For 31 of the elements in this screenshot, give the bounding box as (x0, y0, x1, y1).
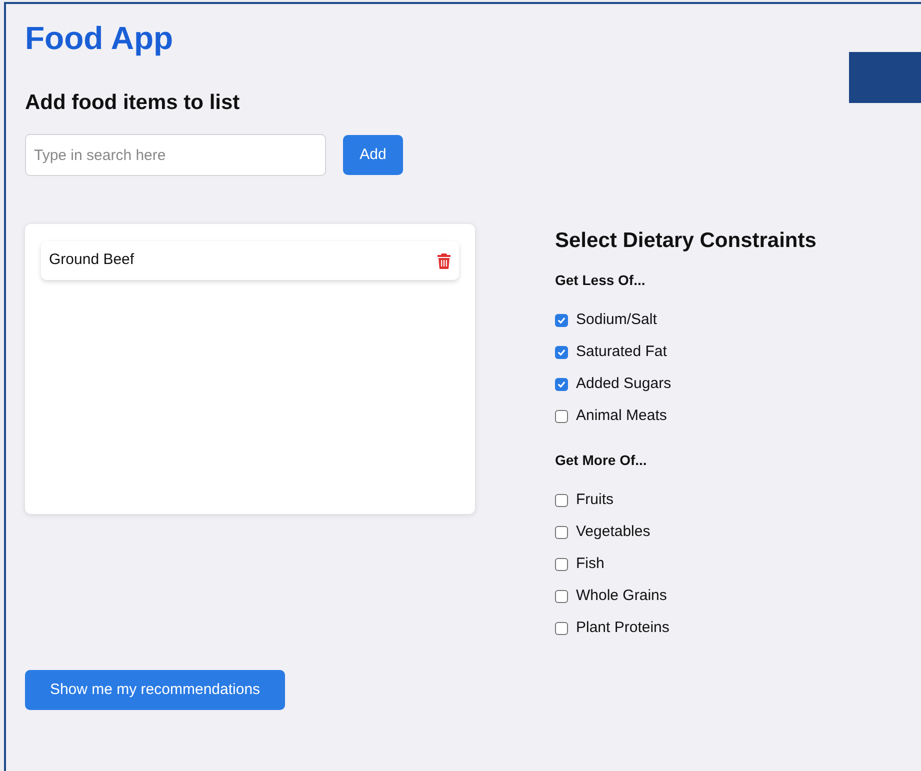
checkmark-icon (557, 348, 566, 356)
checkbox[interactable] (555, 558, 568, 570)
checkbox[interactable] (555, 526, 568, 538)
section-heading: Add food items to list (25, 90, 240, 116)
dietary-heading: Select Dietary Constraints (555, 228, 816, 254)
trash-icon[interactable] (437, 252, 451, 268)
option-label: Animal Meats (576, 406, 667, 426)
option-label: Vegetables (576, 522, 650, 542)
group-title: Get Less Of... (555, 271, 646, 289)
checkbox[interactable] (555, 622, 568, 634)
option-label: Sodium/Salt (576, 310, 657, 330)
option-label: Fish (576, 554, 604, 574)
recommendations-button[interactable]: Show me my recommendations (25, 670, 285, 710)
food-name: Ground Beef (49, 250, 134, 270)
checkbox[interactable] (555, 314, 568, 326)
option-label: Plant Proteins (576, 618, 670, 638)
checkbox[interactable] (555, 410, 568, 422)
app-title: Food App (25, 19, 174, 57)
checkmark-icon (557, 316, 566, 324)
checkbox[interactable] (555, 378, 568, 390)
checkbox[interactable] (555, 494, 568, 506)
checkmark-icon (557, 380, 566, 388)
add-button[interactable]: Add (343, 135, 403, 175)
group-title: Get More Of... (555, 451, 647, 469)
checkbox[interactable] (555, 346, 568, 358)
option-label: Saturated Fat (576, 342, 667, 362)
checkbox[interactable] (555, 590, 568, 602)
option-label: Fruits (576, 490, 614, 510)
search-field[interactable]: Type in search here (25, 134, 326, 176)
option-label: Added Sugars (576, 374, 672, 394)
option-label: Whole Grains (576, 586, 667, 606)
